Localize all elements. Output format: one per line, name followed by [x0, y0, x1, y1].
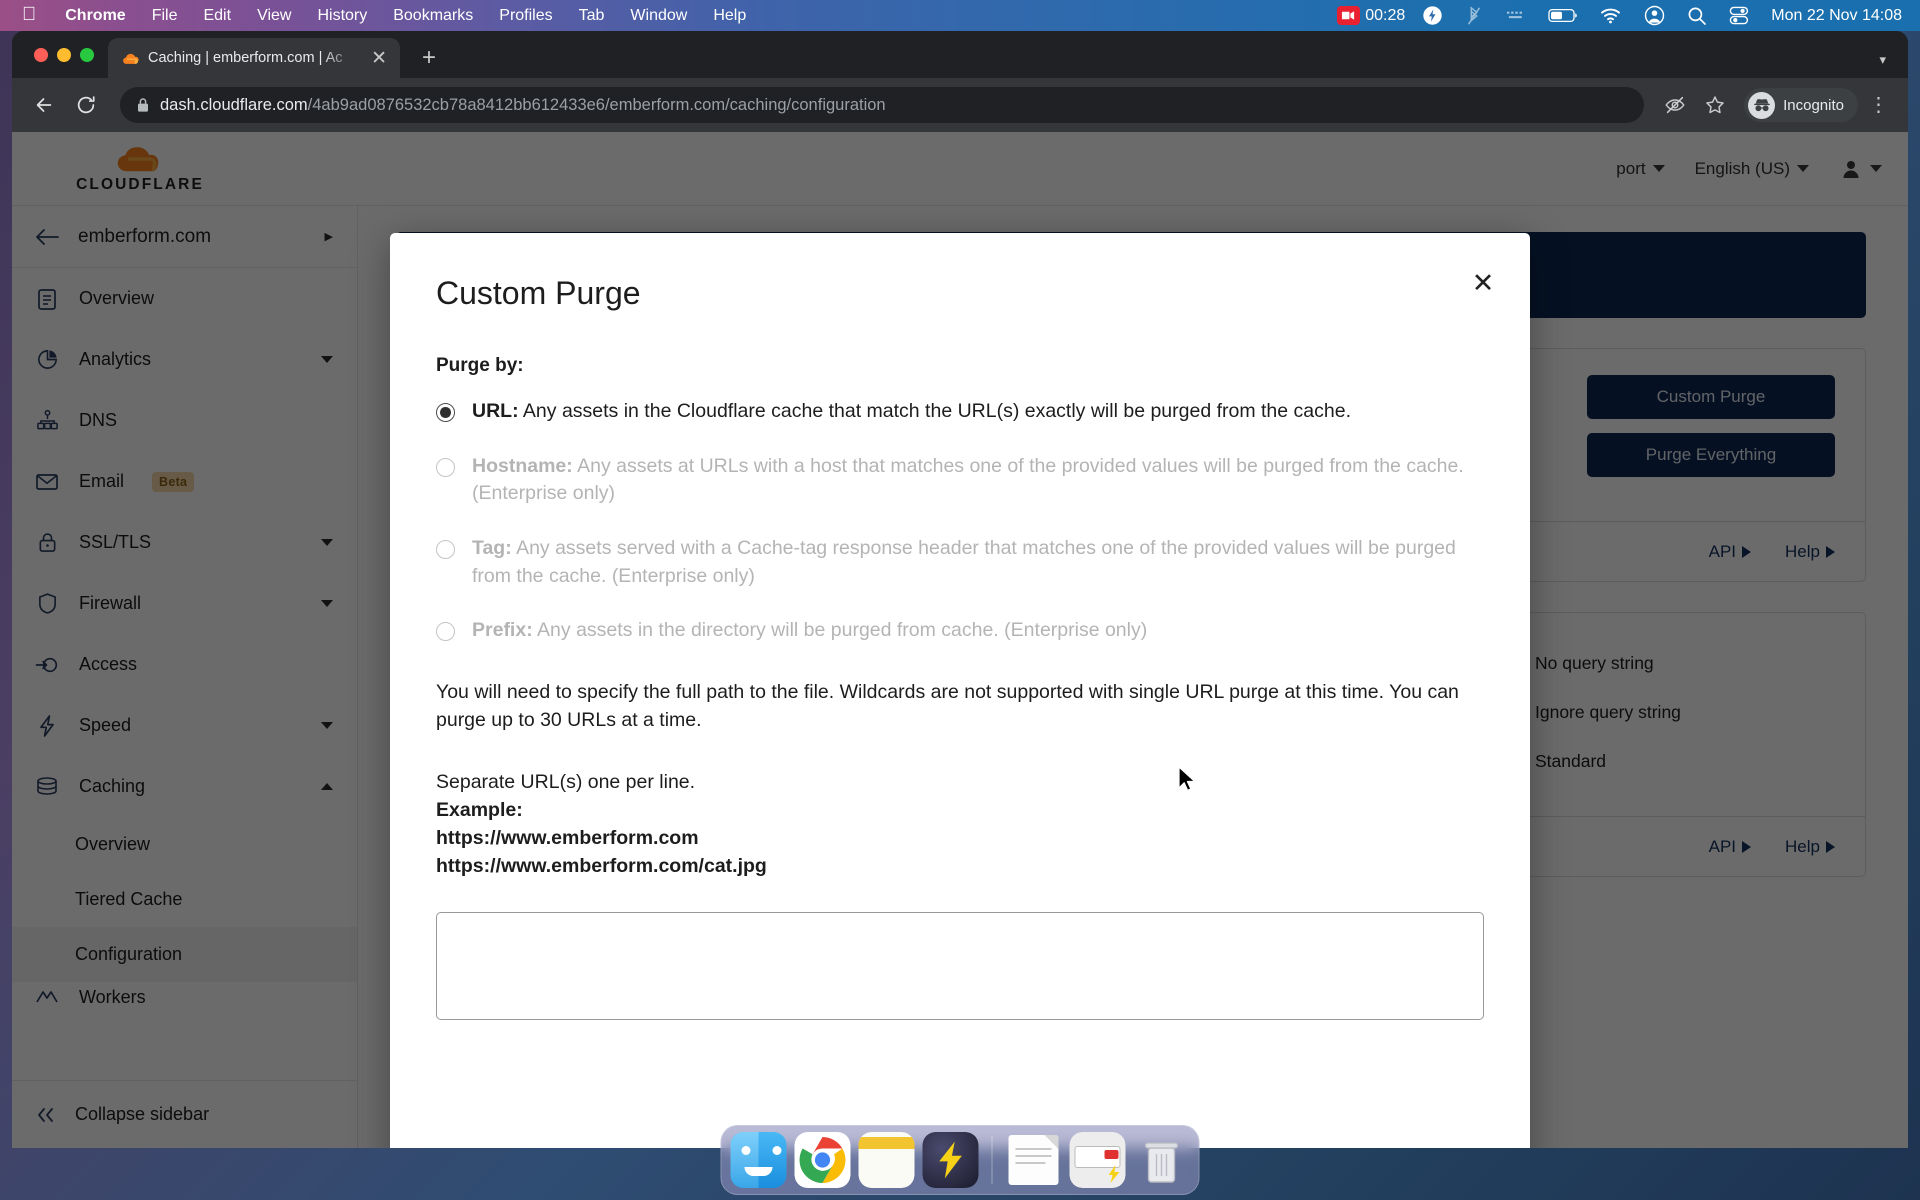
- cloudflare-cloud-icon: [122, 50, 139, 67]
- radio-option-text: Tag: Any assets served with a Cache-tag …: [472, 535, 1484, 590]
- spotlight-search-icon[interactable]: [1676, 6, 1718, 26]
- radio-button[interactable]: [436, 457, 455, 477]
- menu-item-profiles[interactable]: Profiles: [486, 7, 565, 25]
- example-label: Example:: [436, 798, 523, 821]
- keyboard-brightness-icon[interactable]: [1494, 8, 1537, 23]
- radio-button[interactable]: [436, 622, 455, 642]
- battery-icon[interactable]: [1537, 8, 1589, 23]
- document-icon[interactable]: [1006, 1132, 1062, 1188]
- radio-option-text: URL: Any assets in the Cloudflare cache …: [472, 398, 1351, 426]
- radio-option-url[interactable]: URL: Any assets in the Cloudflare cache …: [436, 398, 1484, 426]
- example-url: https://www.emberform.com: [436, 827, 699, 850]
- cloudflare-dashboard-page: CLOUDFLARE port English (US): [12, 132, 1908, 1148]
- radio-option-name: Hostname:: [472, 454, 573, 477]
- recording-timer: 00:28: [1365, 6, 1406, 24]
- purge-urls-textarea[interactable]: [436, 911, 1484, 1020]
- reload-icon[interactable]: [68, 87, 104, 123]
- chrome-browser-window: Caching | emberform.com | Ac ✕ + ▾ dash.…: [12, 31, 1908, 1148]
- browser-tab-title: Caching | emberform.com | Ac: [148, 50, 343, 66]
- incognito-spy-icon: [1748, 91, 1776, 119]
- browser-tab-strip: Caching | emberform.com | Ac ✕ + ▾: [12, 31, 1908, 78]
- radio-option-name: URL:: [472, 400, 519, 422]
- browser-tab[interactable]: Caching | emberform.com | Ac ✕: [108, 38, 400, 78]
- apple-logo-icon[interactable]: : [0, 5, 52, 24]
- star-icon[interactable]: [1698, 88, 1732, 122]
- control-center-icon[interactable]: [1718, 6, 1760, 25]
- radio-button[interactable]: [436, 540, 455, 560]
- maximize-window-button[interactable]: [80, 47, 94, 62]
- user-account-icon[interactable]: [1633, 5, 1676, 26]
- radio-button[interactable]: [436, 403, 455, 422]
- menu-item-window[interactable]: Window: [617, 7, 700, 25]
- chevron-down-icon[interactable]: ▾: [1879, 52, 1886, 68]
- mac-menu-bar:  Chrome File Edit View History Bookmark…: [0, 0, 1920, 31]
- address-bar[interactable]: dash.cloudflare.com/4ab9ad0876532cb78a84…: [120, 87, 1645, 123]
- radio-option-description: Any assets in the Cloudflare cache that …: [522, 400, 1351, 422]
- radio-option-tag[interactable]: Tag: Any assets served with a Cache-tag …: [436, 535, 1484, 590]
- menu-item-edit[interactable]: Edit: [190, 7, 244, 25]
- screenshot-app-icon[interactable]: [1069, 1132, 1126, 1188]
- example-url: https://www.emberform.com/cat.jpg: [436, 855, 767, 878]
- chrome-icon[interactable]: [794, 1132, 851, 1188]
- url-path: /4ab9ad0876532cb78a8412bb612433e6/emberf…: [307, 95, 886, 114]
- radio-option-prefix[interactable]: Prefix: Any assets in the directory will…: [436, 617, 1484, 645]
- screen-recording-indicator[interactable]: 00:28: [1326, 6, 1411, 25]
- close-icon[interactable]: ✕: [1464, 264, 1502, 302]
- arrow-left-icon[interactable]: [26, 87, 62, 123]
- radio-option-text: Prefix: Any assets in the directory will…: [472, 617, 1147, 645]
- menu-item-history[interactable]: History: [304, 7, 380, 25]
- stickies-icon[interactable]: [858, 1132, 915, 1188]
- menu-item-file[interactable]: File: [139, 7, 191, 25]
- trash-icon[interactable]: [1134, 1132, 1190, 1188]
- menu-item-bookmarks[interactable]: Bookmarks: [380, 7, 486, 25]
- radio-option-description: Any assets in the directory will be purg…: [537, 619, 1148, 642]
- radio-option-hostname[interactable]: Hostname: Any assets at URLs with a host…: [436, 453, 1484, 508]
- dock-separator: [991, 1136, 993, 1184]
- purge-info-text: You will need to specify the full path t…: [436, 681, 1459, 731]
- radio-option-description: Any assets at URLs with a host that matc…: [472, 454, 1464, 505]
- screen-recording-icon: [1337, 6, 1361, 25]
- modal-title: Custom Purge: [436, 275, 641, 311]
- close-window-button[interactable]: [34, 47, 48, 62]
- incognito-label: Incognito: [1783, 96, 1844, 114]
- browser-toolbar: dash.cloudflare.com/4ab9ad0876532cb78a84…: [12, 78, 1908, 132]
- incognito-profile-button[interactable]: Incognito: [1744, 88, 1858, 122]
- menu-item-chrome[interactable]: Chrome: [52, 7, 138, 25]
- address-bar-url: dash.cloudflare.com/4ab9ad0876532cb78a84…: [160, 96, 886, 115]
- kebab-menu-icon[interactable]: ⋮: [1864, 95, 1894, 115]
- lightning-app-icon[interactable]: [922, 1132, 979, 1188]
- radio-option-text: Hostname: Any assets at URLs with a host…: [472, 453, 1484, 508]
- radio-option-name: Tag:: [472, 537, 512, 560]
- url-domain: dash.cloudflare.com: [160, 95, 308, 114]
- close-icon[interactable]: ✕: [368, 49, 390, 68]
- plus-icon[interactable]: +: [422, 46, 436, 70]
- eye-slash-icon[interactable]: [1658, 88, 1692, 122]
- separate-urls-text: Separate URL(s) one per line.: [436, 770, 696, 793]
- mouse-cursor: [1178, 766, 1196, 791]
- menu-item-tab[interactable]: Tab: [566, 7, 618, 25]
- bolt-circle-icon[interactable]: [1411, 5, 1454, 26]
- minimize-window-button[interactable]: [57, 47, 71, 62]
- separate-urls-block: Separate URL(s) one per line. Example: h…: [436, 768, 1484, 881]
- wifi-icon[interactable]: [1589, 7, 1633, 24]
- menubar-clock[interactable]: Mon 22 Nov 14:08: [1760, 7, 1906, 25]
- menu-item-help[interactable]: Help: [700, 7, 759, 25]
- radio-option-description: Any assets served with a Cache-tag respo…: [472, 537, 1456, 587]
- purge-by-label: Purge by:: [436, 355, 524, 376]
- radio-option-name: Prefix:: [472, 619, 533, 642]
- mac-dock: [720, 1125, 1200, 1195]
- window-traffic-lights: [24, 31, 108, 78]
- finder-icon[interactable]: [730, 1132, 787, 1188]
- menu-item-view[interactable]: View: [244, 7, 304, 25]
- bluetooth-off-icon[interactable]: [1454, 5, 1494, 26]
- custom-purge-modal: Custom Purge ✕ Purge by: URL: Any assets…: [390, 233, 1530, 1148]
- lock-icon: [136, 97, 150, 113]
